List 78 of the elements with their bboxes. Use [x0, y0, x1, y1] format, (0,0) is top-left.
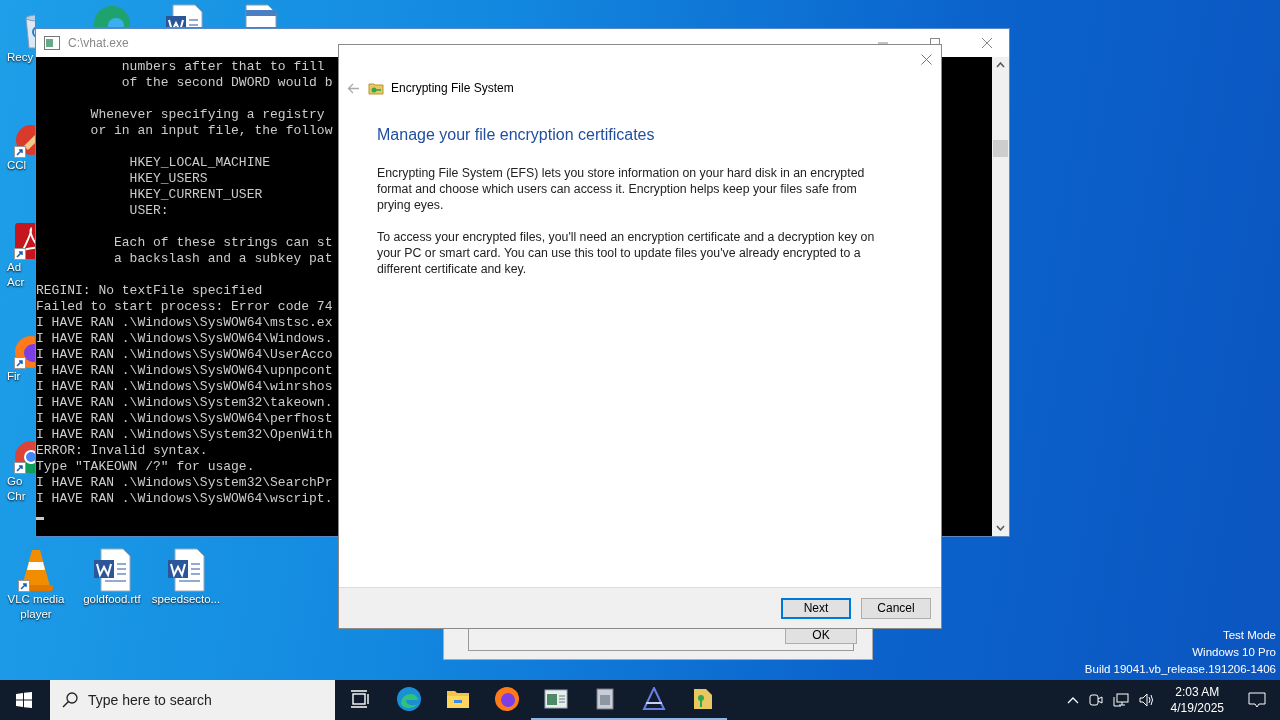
- scroll-up-icon[interactable]: [996, 62, 1005, 68]
- icon-label: VLC media: [7, 592, 65, 607]
- console-line: HKEY_CURRENT_USER: [128, 187, 263, 203]
- console-line: I HAVE RAN .\Windows\SysWOW64\UserAcco: [36, 347, 333, 363]
- console-line: Failed to start process: Error code 74: [36, 299, 333, 315]
- scroll-down-icon[interactable]: [996, 525, 1005, 531]
- console-line: I HAVE RAN .\Windows\SysWOW64\wscript.: [36, 491, 333, 507]
- description-text: Encrypting File System (EFS) lets you store information on your hard disk in an encrypted format and choose which users can access it. Encryption helps keep your files safe from prying eyes.: [377, 165, 866, 213]
- clock-time[interactable]: 2:03 AM: [1175, 684, 1220, 700]
- icon-label: Go: [6, 474, 23, 489]
- camera-icon[interactable]: [1088, 693, 1103, 707]
- windows-logo-icon: [16, 692, 32, 708]
- text-cursor: [36, 517, 44, 520]
- firefox-icon: [493, 686, 520, 712]
- word-document-icon[interactable]: [167, 548, 205, 592]
- console-line: Each of these strings can st: [113, 235, 333, 251]
- console-line: Whenever specifying a registry: [89, 107, 325, 123]
- word-document-icon[interactable]: [93, 548, 131, 592]
- triangle-a-icon: [641, 687, 666, 711]
- document-icon[interactable]: [242, 4, 278, 27]
- volume-icon[interactable]: [1138, 693, 1155, 707]
- console-line: HKEY_LOCAL_MACHINE: [128, 155, 271, 171]
- archive-icon: [593, 687, 616, 711]
- clock-date[interactable]: 4/19/2025: [1170, 700, 1224, 716]
- console-line: numbers after that to fill: [120, 59, 325, 75]
- scrollbar-thumb[interactable]: [993, 140, 1008, 157]
- console-line: I HAVE RAN .\Windows\SysWOW64\Windows.: [36, 331, 333, 347]
- task-view-icon: [349, 690, 370, 708]
- notification-icon[interactable]: [1248, 692, 1266, 708]
- console-line: I HAVE RAN .\Windows\SysWOW64\perfhost: [36, 411, 333, 427]
- key-folder-icon: [368, 80, 384, 96]
- icon-label: CCl: [6, 158, 27, 173]
- console-line: HKEY_USERS: [128, 171, 208, 187]
- icon-label: goldfood.rtf: [83, 592, 141, 607]
- system-notice-text: Windows 10 Pro: [1192, 645, 1276, 660]
- close-icon[interactable]: [981, 37, 993, 49]
- icon-label: Recy: [6, 50, 34, 65]
- icon-label: Fir: [6, 369, 21, 384]
- console-line: I HAVE RAN .\Windows\System32\takeown.: [36, 395, 333, 411]
- console-line: a backslash and a subkey pat: [113, 251, 333, 267]
- icon-label: Ad: [6, 260, 22, 275]
- console-line: I HAVE RAN .\Windows\SysWOW64\winrshos: [36, 379, 333, 395]
- description-text: To access your encrypted files, you'll need an encryption certificate and a decryption key on your PC or smart card. You can use this tool to update files you've already encrypted to a different certificate and key.: [377, 229, 876, 277]
- traffic-cone-icon[interactable]: [18, 548, 54, 592]
- icon-label: Chr: [6, 489, 26, 504]
- console-line: I HAVE RAN .\Windows\System32\SearchPr: [36, 475, 333, 491]
- dialog-title: Encrypting File System: [391, 81, 514, 95]
- folder-icon: [445, 688, 470, 710]
- console-app-icon: [44, 36, 60, 50]
- console-line: USER:: [128, 203, 169, 219]
- window-title: C:\vhat.exe: [68, 36, 129, 50]
- edge-icon: [395, 686, 422, 712]
- console-line: or in an input file, the follow: [89, 123, 333, 139]
- icon-label: player: [20, 607, 52, 622]
- system-notice-text: Build 19041.vb_release.191206-1406: [1084, 662, 1276, 677]
- console-line: I HAVE RAN .\Windows\SysWOW64\mstsc.ex: [36, 315, 333, 331]
- console-line: I HAVE RAN .\Windows\SysWOW64\upnpcont: [36, 363, 333, 379]
- chevron-up-icon[interactable]: [1066, 696, 1079, 704]
- console-line: I HAVE RAN .\Windows\System32\OpenWith: [36, 427, 333, 443]
- system-notice-text: Test Mode: [1222, 628, 1276, 643]
- console-line: REGINI: No textFile specified: [36, 283, 263, 299]
- cancel-button[interactable]: Cancel: [861, 597, 931, 619]
- pdf-app-icon[interactable]: [14, 222, 35, 260]
- key-folder-icon: [691, 687, 714, 711]
- console-line: Type "TAKEOWN /?" for usage.: [36, 459, 255, 475]
- scrollbar[interactable]: [992, 57, 1009, 536]
- icon-label: Acr: [6, 275, 25, 290]
- search-icon: [62, 692, 78, 708]
- console-line: ERROR: Invalid syntax.: [36, 443, 208, 459]
- dialog-heading: Manage your file encryption certificates: [377, 126, 655, 144]
- word-document-icon[interactable]: [165, 4, 203, 27]
- icon-label: speedsecto...: [151, 592, 221, 607]
- console-line: of the second DWORD would b: [120, 75, 333, 91]
- next-button[interactable]: Next: [781, 597, 851, 619]
- network-icon[interactable]: [1112, 693, 1129, 707]
- close-icon[interactable]: [921, 54, 932, 65]
- app-window-icon: [543, 689, 568, 709]
- search-field[interactable]: Type here to search: [50, 680, 335, 720]
